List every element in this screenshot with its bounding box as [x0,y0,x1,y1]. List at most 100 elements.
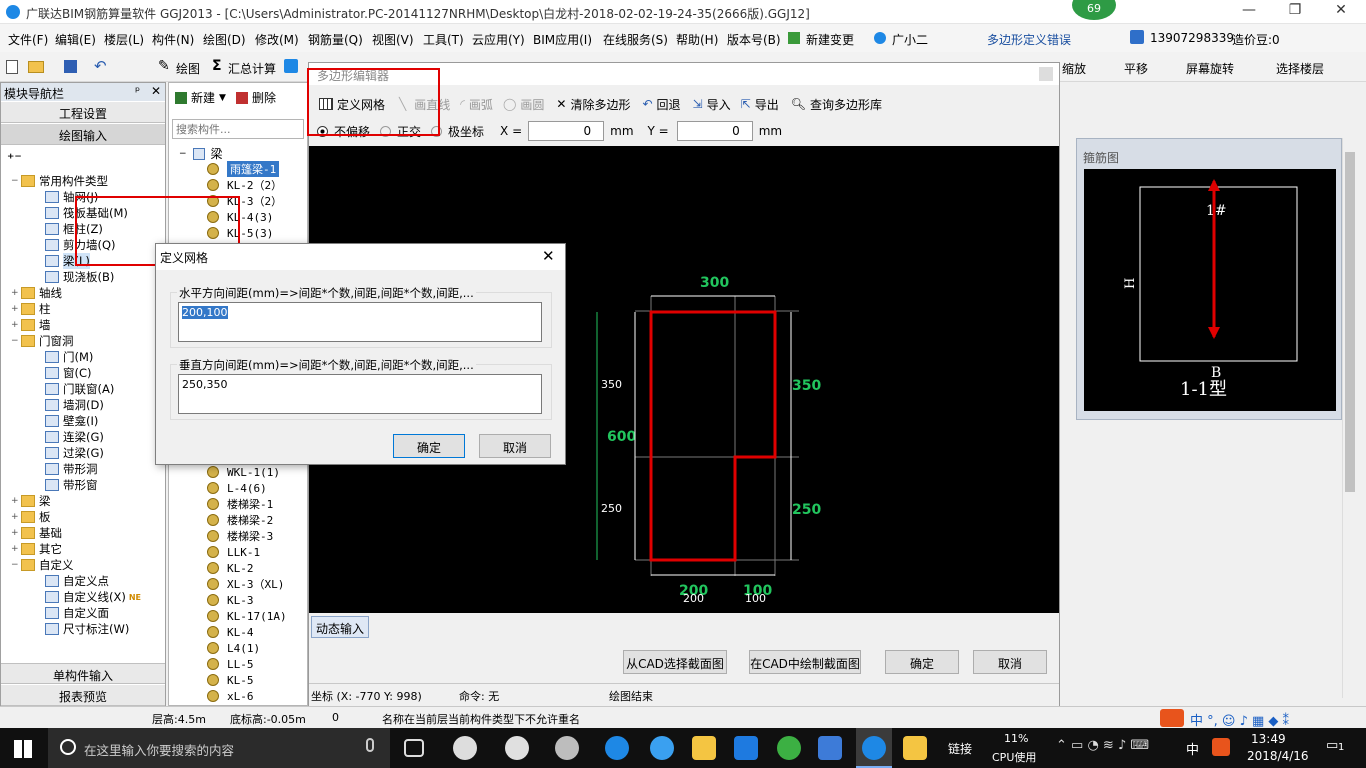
component-item[interactable]: XL-3（XL) [201,576,287,592]
nav-tree-item[interactable]: 门(M) [5,349,163,365]
editor-ok-button[interactable]: 确定 [885,650,959,674]
component-item[interactable]: KL-5 [201,672,287,688]
component-item[interactable]: 雨篷梁-1 [201,161,282,177]
expand-toggle-icon[interactable]: + [11,544,21,554]
drawing-input-button[interactable]: 绘图输入 [1,124,165,145]
menu-cloud[interactable]: 云应用(Y) [472,31,525,48]
vertical-spacing-input[interactable]: 250,350 [178,374,542,414]
component-item[interactable]: KL-2（2） [201,177,282,193]
user-phone[interactable]: 13907298339 [1150,31,1234,45]
single-input-button[interactable]: 单构件输入 [1,663,165,684]
horizontal-spacing-input[interactable]: 200,100 [178,302,542,342]
pinned-app-fan-icon[interactable] [453,736,477,760]
component-search-input[interactable] [172,119,304,139]
component-item[interactable]: KL-4 [201,624,287,640]
notes-app-icon[interactable] [903,736,927,760]
green-app-icon[interactable] [777,736,801,760]
right-scrollbar[interactable] [1342,138,1356,698]
menu-view[interactable]: 视图(V) [372,31,414,48]
ie-browser-icon[interactable] [505,736,529,760]
undo-icon[interactable]: ↶ [94,57,107,75]
expand-toggle-icon[interactable]: + [11,528,21,538]
polygon-error-link[interactable]: 多边形定义错误 [987,31,1071,48]
nav-tree-item[interactable]: + 板 [5,509,163,525]
nav-tree-item[interactable]: 连梁(G) [5,429,163,445]
component-item[interactable]: KL-2 [201,560,287,576]
nav-tree-item[interactable]: 自定义点 [5,573,163,589]
cad-select-button[interactable]: 从CAD选择截面图 [623,650,727,674]
notification-icon[interactable]: ▭ [1326,738,1338,753]
taskbar-search-box[interactable]: 在这里输入你要搜索的内容 [48,728,390,768]
component-item[interactable]: KL-17(1A) [201,608,287,624]
report-preview-button[interactable]: 报表预览 [1,685,165,706]
nav-tree-item[interactable]: − 自定义 [5,557,163,573]
editor-close-icon[interactable] [1039,67,1053,81]
expand-toggle-icon[interactable]: + [11,512,21,522]
component-item[interactable]: xL-6 [201,688,287,704]
expand-all-icon[interactable]: ⁺⁻ [7,151,22,167]
component-item[interactable]: 楼梯梁-2 [201,512,287,528]
taskbar-link-label[interactable]: 链接 [948,740,972,757]
beam-root[interactable]: − 梁 [179,145,223,162]
close-button[interactable]: ✕ [1318,2,1364,22]
nav-tree-item[interactable]: + 梁 [5,493,163,509]
query-polygon-lib-button[interactable]: 查询多边形库 [810,96,882,113]
project-settings-button[interactable]: 工程设置 [1,102,165,123]
cloud-icon[interactable] [284,59,298,73]
nav-tree-item[interactable]: 墙洞(D) [5,397,163,413]
menu-edit[interactable]: 编辑(E) [55,31,96,48]
menu-modify[interactable]: 修改(M) [255,31,299,48]
expand-toggle-icon[interactable]: + [11,304,21,314]
component-item[interactable]: 楼梯梁-1 [201,496,287,512]
undo-button[interactable]: 回退 [657,96,681,113]
menu-online[interactable]: 在线服务(S) [603,31,668,48]
ime-tray-icons[interactable]: 中 °, ☺ ♪ ▦ ◆ ⁑ [1190,710,1289,729]
nav-tree-item[interactable]: + 墙 [5,317,163,333]
delete-button[interactable]: 删除 [252,89,276,106]
active-app-tile[interactable] [856,728,892,768]
dialog-cancel-button[interactable]: 取消 [479,434,551,458]
restore-button[interactable]: ❐ [1272,2,1318,22]
component-item[interactable]: LL-5 [201,656,287,672]
nav-tree-item[interactable]: 壁龛(I) [5,413,163,429]
import-button[interactable]: 导入 [707,96,731,113]
nav-tree-item[interactable]: 过梁(G) [5,445,163,461]
file-explorer-icon[interactable] [692,736,716,760]
expand-toggle-icon[interactable]: − [11,176,21,186]
new-file-icon[interactable] [6,60,18,74]
windows-start-icon[interactable] [14,740,32,758]
menu-tools[interactable]: 工具(T) [423,31,464,48]
export-button[interactable]: 导出 [755,96,779,113]
task-view-icon[interactable] [404,739,424,757]
ime-sogou-icon[interactable] [1160,709,1184,727]
component-item[interactable]: WKL-1(1) [201,464,287,480]
cad-draw-button[interactable]: 在CAD中绘制截面图 [749,650,861,674]
draw-circle-button[interactable]: 画圆 [520,96,544,113]
glodon-g-icon[interactable] [734,736,758,760]
clock-date[interactable]: 2018/4/16 [1247,749,1309,763]
menu-assistant[interactable]: 广小二 [892,31,928,48]
component-item[interactable]: LLK-1 [201,544,287,560]
minimize-button[interactable]: — [1226,2,1272,22]
clock-time[interactable]: 13:49 [1251,732,1286,746]
store-icon[interactable] [818,736,842,760]
expand-toggle-icon[interactable]: − [11,560,21,570]
open-file-icon[interactable] [28,61,44,73]
component-item[interactable]: 楼梯梁-3 [201,528,287,544]
pan-button[interactable]: 平移 [1124,60,1148,77]
tray-icons[interactable]: ⌃ ▭ ◔ ≋ ♪ ⌨ [1056,738,1149,753]
editor-cancel-button[interactable]: 取消 [973,650,1047,674]
nav-tree-item[interactable]: 自定义面 [5,605,163,621]
nav-tree-item[interactable]: 门联窗(A) [5,381,163,397]
nav-tree-item[interactable]: 自定义线(X) NE [5,589,163,605]
new-button[interactable]: 新建 [191,89,215,106]
nav-tree-item[interactable]: − 门窗洞 [5,333,163,349]
nav-tree-item[interactable]: 窗(C) [5,365,163,381]
dynamic-input-tab[interactable]: 动态输入 [311,616,369,638]
draw-arc-button[interactable]: 画弧 [469,96,493,113]
browser-alt-icon[interactable] [555,736,579,760]
menu-help[interactable]: 帮助(H) [676,31,718,48]
section-polygon[interactable] [649,310,777,562]
nav-tree-item[interactable]: + 轴线 [5,285,163,301]
x-input[interactable]: 0 [528,121,605,141]
